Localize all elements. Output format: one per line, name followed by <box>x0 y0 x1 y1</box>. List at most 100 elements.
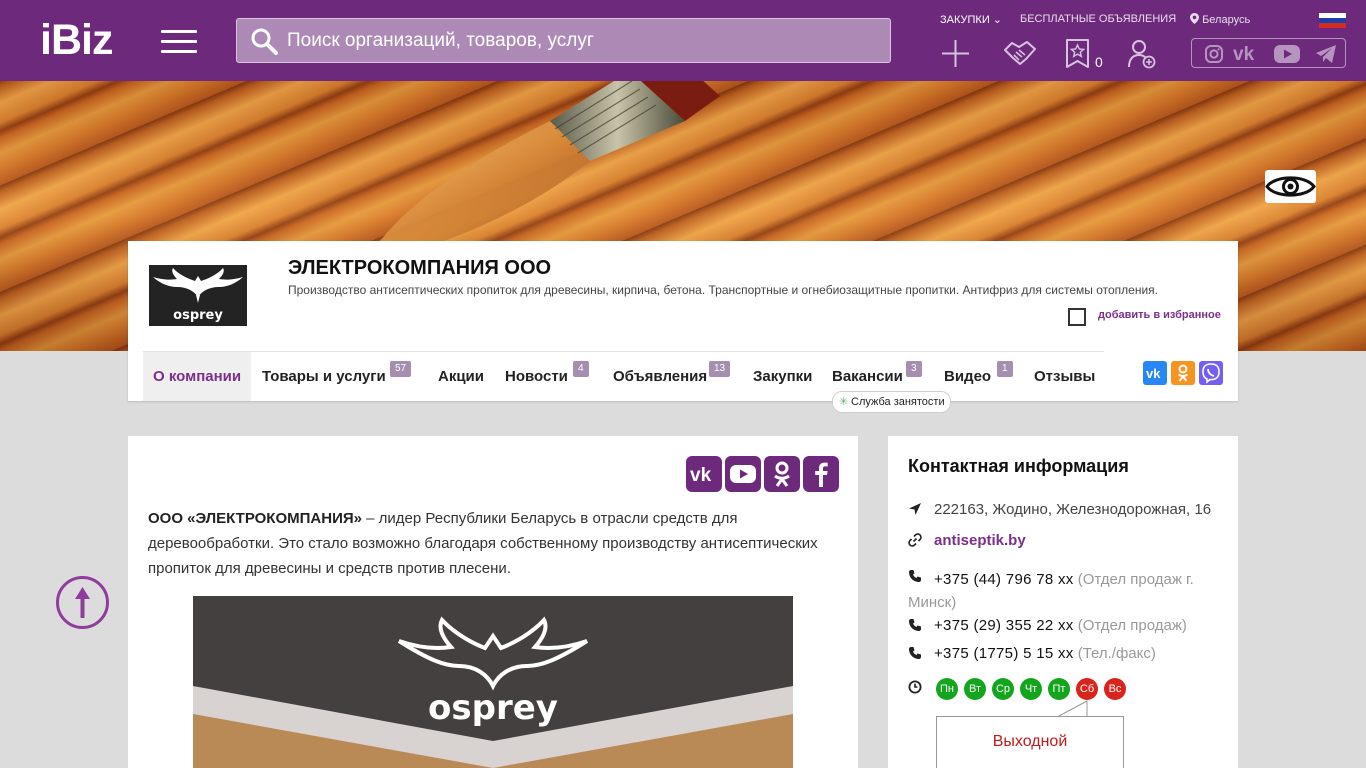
favorites-star-icon[interactable] <box>1065 38 1090 69</box>
company-card: osprey ЭЛЕКТРОКОМПАНИЯ ООО Производство … <box>128 241 1238 413</box>
company-description: Производство антисептических пропиток дл… <box>288 283 1158 297</box>
tab-reviews[interactable]: Отзывы <box>1034 352 1095 401</box>
tab-label: Товары и услуги <box>262 368 386 385</box>
tooltip-pointer <box>1056 700 1088 718</box>
vk-icon[interactable]: vk <box>686 456 722 492</box>
tab-ads[interactable]: Объявления <box>613 352 707 401</box>
company-logo[interactable]: osprey <box>149 265 247 326</box>
day-status-tooltip: Выходной <box>936 716 1124 768</box>
share-vk-icon[interactable]: vk <box>1143 361 1167 385</box>
phone-note: (Отдел продаж) <box>1077 617 1187 634</box>
tab-promotions[interactable]: Акции <box>438 352 484 401</box>
tab-about[interactable]: О компании <box>143 352 252 401</box>
phone-number[interactable]: +375 (44) 796 78 xx <box>934 571 1074 588</box>
employment-service-label: Служба занятости <box>851 396 945 408</box>
tab-purchases[interactable]: Закупки <box>753 352 812 401</box>
zakupki-dropdown[interactable]: ЗАКУПКИ ⌄ <box>940 13 1002 26</box>
promo-image-graphic <box>193 616 793 768</box>
tab-products[interactable]: Товары и услуги <box>262 352 386 401</box>
video-count-badge: 1 <box>997 361 1013 377</box>
tab-label: Вакансии <box>832 368 903 385</box>
tab-label: Акции <box>438 368 485 385</box>
youtube-icon[interactable] <box>1274 44 1300 64</box>
search-input[interactable] <box>287 19 877 62</box>
day-sat[interactable]: Сб <box>1076 678 1098 700</box>
tab-label: Новости <box>505 368 568 385</box>
site-logo[interactable]: iBiz <box>40 18 113 62</box>
tooltip-text: Выходной <box>992 733 1068 750</box>
company-logo-text: osprey <box>173 308 223 323</box>
tab-video[interactable]: Видео <box>944 352 991 401</box>
free-ads-link[interactable]: БЕСПЛАТНЫЕ ОБЪЯВЛЕНИЯ <box>1020 13 1176 25</box>
handshake-icon[interactable] <box>1003 38 1037 68</box>
region-label: Беларусь <box>1202 14 1251 26</box>
company-promo-image: osprey <box>193 596 793 768</box>
svg-text:vk: vk <box>690 465 712 486</box>
location-pin-icon <box>1190 13 1199 24</box>
location-arrow-icon <box>909 503 921 515</box>
search-icon[interactable] <box>250 27 278 55</box>
products-count-badge: 57 <box>390 361 412 377</box>
top-bar: iBiz ЗАКУПКИ ⌄ БЕСПЛАТНЫЕ ОБЪЯВЛЕНИЯ Бел… <box>0 0 1366 81</box>
language-flag-icon[interactable] <box>1319 13 1346 28</box>
share-ok-icon[interactable] <box>1171 361 1195 385</box>
company-intro-text: ООО «ЭЛЕКТРОКОМПАНИЯ» – лидер Республики… <box>148 506 838 581</box>
add-favorite-link[interactable]: добавить в избранное <box>1098 309 1221 321</box>
intro-company-name: ООО «ЭЛЕКТРОКОМПАНИЯ» <box>148 510 362 527</box>
add-favorite-checkbox[interactable] <box>1068 308 1086 326</box>
clock-icon <box>908 680 922 694</box>
address-text: 222163, Жодино, Железнодорожная, 16 <box>934 501 1212 518</box>
tab-label: Видео <box>944 368 992 385</box>
chevron-down-icon: ⌄ <box>992 14 1003 26</box>
website-link[interactable]: antiseptik.by <box>934 532 1026 549</box>
region-selector[interactable]: Беларусь <box>1190 13 1250 26</box>
day-mon[interactable]: Пн <box>936 678 958 700</box>
telegram-icon[interactable] <box>1315 44 1337 64</box>
company-name: ЭЛЕКТРОКОМПАНИЯ ООО <box>288 257 552 279</box>
about-section: vk ООО «ЭЛЕКТРОКОМПАНИЯ» – лидер Республ… <box>128 436 858 768</box>
osprey-bird-logo-icon <box>153 268 243 303</box>
day-fri[interactable]: Пт <box>1048 678 1070 700</box>
news-count-badge: 4 <box>573 361 589 377</box>
menu-burger-icon[interactable] <box>161 30 197 54</box>
day-tue[interactable]: Вт <box>964 678 986 700</box>
promo-image-text: osprey <box>428 688 558 728</box>
company-tabs: О компании Товары и услуги 57 Акции Ново… <box>143 351 1104 401</box>
phone-number[interactable]: +375 (1775) 5 15 xx <box>934 645 1074 662</box>
eye-visibility-icon[interactable] <box>1265 170 1316 203</box>
svg-text:vk: vk <box>1146 366 1161 381</box>
ads-count-badge: 13 <box>709 361 731 377</box>
share-viber-icon[interactable] <box>1199 361 1223 385</box>
sparkle-icon: ✳ <box>839 396 849 408</box>
day-wed[interactable]: Ср <box>992 678 1014 700</box>
svg-text:vk: vk <box>1233 45 1255 63</box>
contact-info-title: Контактная информация <box>908 456 1129 476</box>
tab-label: Отзывы <box>1034 368 1096 385</box>
tab-label: О компании <box>153 368 242 385</box>
link-icon <box>908 533 922 547</box>
youtube-icon[interactable] <box>725 456 761 492</box>
add-plus-icon[interactable] <box>940 38 971 69</box>
facebook-icon[interactable] <box>803 456 839 492</box>
zakupki-label: ЗАКУПКИ <box>940 14 990 26</box>
add-user-icon[interactable] <box>1127 38 1157 69</box>
instagram-icon[interactable] <box>1204 44 1224 64</box>
phone-icon <box>909 647 921 659</box>
scroll-up-button[interactable] <box>56 576 109 629</box>
odnoklassniki-icon[interactable] <box>764 456 800 492</box>
phone-number[interactable]: +375 (29) 355 22 xx <box>934 617 1074 634</box>
vk-icon[interactable]: vk <box>1233 45 1265 63</box>
phone-note: (Тел./факс) <box>1077 645 1156 662</box>
vacancies-count-badge: 3 <box>906 361 922 377</box>
phone-icon <box>909 619 921 631</box>
arrow-up-icon <box>75 587 90 618</box>
tab-news[interactable]: Новости <box>505 352 568 401</box>
social-links-top: vk <box>1191 38 1346 68</box>
contact-info-panel: Контактная информация 222163, Жодино, Же… <box>888 436 1238 768</box>
tab-label: Закупки <box>753 368 813 385</box>
search-box[interactable] <box>236 18 891 63</box>
day-thu[interactable]: Чт <box>1020 678 1042 700</box>
employment-service-tag[interactable]: ✳ Служба занятости <box>832 391 951 413</box>
day-sun[interactable]: Вс <box>1104 678 1126 700</box>
favorites-count: 0 <box>1095 54 1103 70</box>
